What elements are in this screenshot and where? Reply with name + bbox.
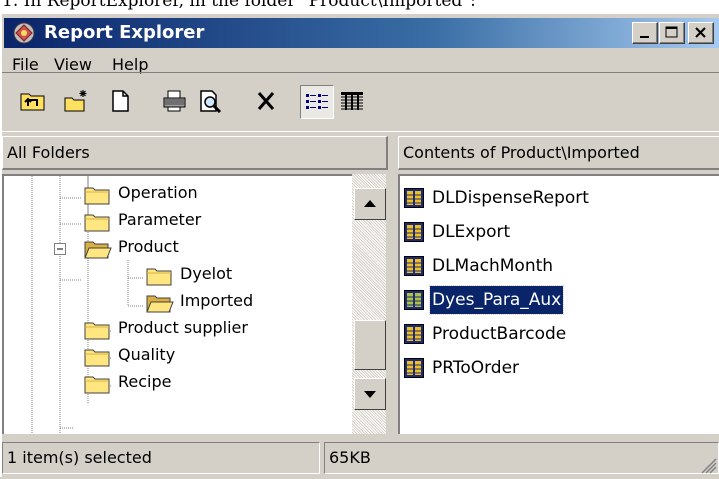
- tree-item-label[interactable]: Imported: [180, 291, 253, 310]
- list-item-label: DLDispenseReport: [432, 188, 589, 208]
- tree-item-label[interactable]: Operation: [118, 183, 198, 202]
- minimize-icon: [640, 36, 649, 38]
- report-icon: [404, 324, 424, 344]
- close-button[interactable]: [688, 22, 714, 44]
- report-icon: [404, 188, 424, 208]
- maximize-button[interactable]: [659, 22, 685, 44]
- report-icon: [404, 222, 424, 242]
- list-view-icon: [306, 94, 328, 109]
- folder-icon: [84, 322, 110, 340]
- print-preview-button[interactable]: [194, 85, 228, 119]
- open-folder-icon: [84, 241, 112, 259]
- delete-button[interactable]: [250, 85, 284, 119]
- arrow-down-icon: [364, 391, 376, 398]
- up-folder-icon: [20, 93, 45, 111]
- status-bar: 1 item(s) selected 65KB: [2, 438, 719, 479]
- up-folder-button[interactable]: [16, 85, 50, 119]
- scroll-up-button[interactable]: [354, 188, 386, 220]
- list-item-label: Dyes_Para_Aux: [428, 285, 565, 315]
- folder-tree[interactable]: Operation Parameter Product Dyelot Imported P…: [2, 174, 352, 434]
- list-view-button[interactable]: [300, 85, 334, 119]
- collapse-icon[interactable]: [54, 243, 66, 255]
- maximize-icon: [665, 26, 678, 38]
- tree-item-label[interactable]: Parameter: [118, 210, 201, 229]
- print-icon: [163, 90, 186, 112]
- all-folders-header: All Folders: [2, 136, 388, 170]
- page-caption: 1. In ReportExplorer, in the folder "Pro…: [0, 0, 719, 12]
- window-title: Report Explorer: [44, 22, 205, 43]
- tree-item-label[interactable]: Dyelot: [180, 264, 232, 283]
- minimize-button[interactable]: [632, 22, 658, 44]
- tree-item-label[interactable]: Product: [118, 237, 179, 256]
- folder-icon: [84, 349, 110, 367]
- new-report-button[interactable]: [104, 85, 138, 119]
- list-item-label: ProductBarcode: [432, 324, 567, 344]
- folder-icon: [146, 268, 172, 286]
- status-selection: 1 item(s) selected: [2, 442, 320, 474]
- print-button[interactable]: [158, 85, 192, 119]
- folder-icon: [84, 187, 110, 205]
- details-view-button[interactable]: [336, 85, 370, 119]
- status-size: 65KB: [324, 442, 719, 474]
- caption-text: 1. In ReportExplorer, in the folder "Pro…: [2, 0, 476, 11]
- scroll-thumb[interactable]: [354, 320, 386, 370]
- new-folder-icon: [64, 90, 87, 112]
- delete-icon: [257, 92, 275, 110]
- tree-item-label[interactable]: Quality: [118, 345, 175, 364]
- list-item-label: DLExport: [432, 222, 511, 242]
- print-preview-icon: [200, 90, 222, 113]
- tree-item-label[interactable]: Product supplier: [118, 318, 248, 337]
- report-icon: [404, 358, 424, 378]
- scroll-down-button[interactable]: [354, 378, 386, 410]
- report-explorer-window: Report Explorer File View Help All Folde…: [0, 12, 719, 477]
- resize-grip-icon[interactable]: [699, 456, 717, 474]
- contents-header: Contents of Product\Imported: [398, 136, 719, 170]
- folder-icon: [84, 214, 110, 232]
- arrow-up-icon: [364, 200, 376, 207]
- details-view-icon: [341, 92, 363, 110]
- tree-item-label[interactable]: Recipe: [118, 372, 171, 391]
- new-folder-button[interactable]: [60, 85, 94, 119]
- list-item-label: DLMachMonth: [432, 256, 554, 276]
- open-folder-icon: [146, 295, 174, 313]
- report-explorer-app-icon: [13, 22, 35, 44]
- folder-icon: [84, 376, 110, 394]
- folder-tree-scrollbar[interactable]: [352, 174, 386, 434]
- report-icon: [404, 256, 424, 276]
- report-icon: [404, 290, 424, 310]
- title-bar[interactable]: Report Explorer: [4, 18, 719, 48]
- contents-list[interactable]: DLDispenseReport DLExport DLMachMonth Dyes_…: [398, 174, 719, 434]
- toolbar: [2, 72, 719, 132]
- new-report-icon: [112, 90, 129, 112]
- close-icon: [695, 27, 706, 38]
- list-item-label: PRToOrder: [432, 358, 520, 378]
